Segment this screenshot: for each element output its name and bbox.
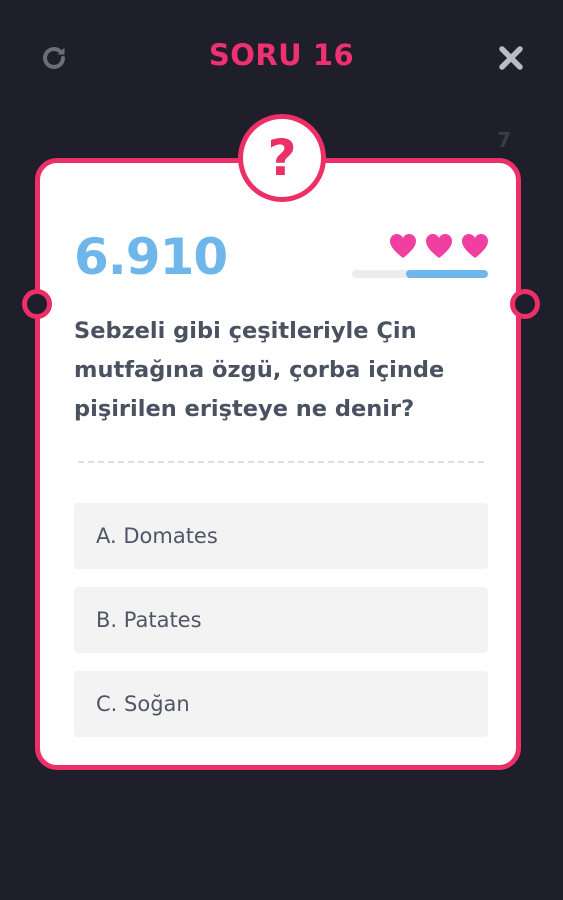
question-number-title: SORU 16	[208, 38, 355, 72]
answer-option-a[interactable]: A. Domates	[74, 503, 488, 569]
answer-option-c[interactable]: C. Soğan	[74, 671, 488, 737]
timer-countdown: 7	[497, 128, 511, 152]
close-icon	[499, 46, 523, 70]
close-button[interactable]	[495, 42, 527, 74]
lives-progress-bar	[352, 270, 488, 278]
card-notch-right	[510, 289, 540, 319]
question-text: Sebzeli gibi çeşitleriyle Çin mutfağına …	[74, 318, 445, 422]
answer-option-b[interactable]: B. Patates	[74, 587, 488, 653]
score-value: 6.910	[74, 228, 228, 286]
question-mark-icon: ?	[238, 114, 326, 202]
card-notch-left	[22, 289, 52, 319]
heart-icon	[390, 234, 416, 258]
card-divider	[78, 461, 484, 463]
lives-progress-fill	[406, 270, 488, 278]
lives-hearts	[388, 232, 490, 260]
heart-icon	[462, 234, 488, 258]
quiz-screen: SORU 16 7 ? 6.910 Sebzeli gibi çeşitleri…	[0, 0, 563, 900]
heart-icon	[426, 234, 452, 258]
